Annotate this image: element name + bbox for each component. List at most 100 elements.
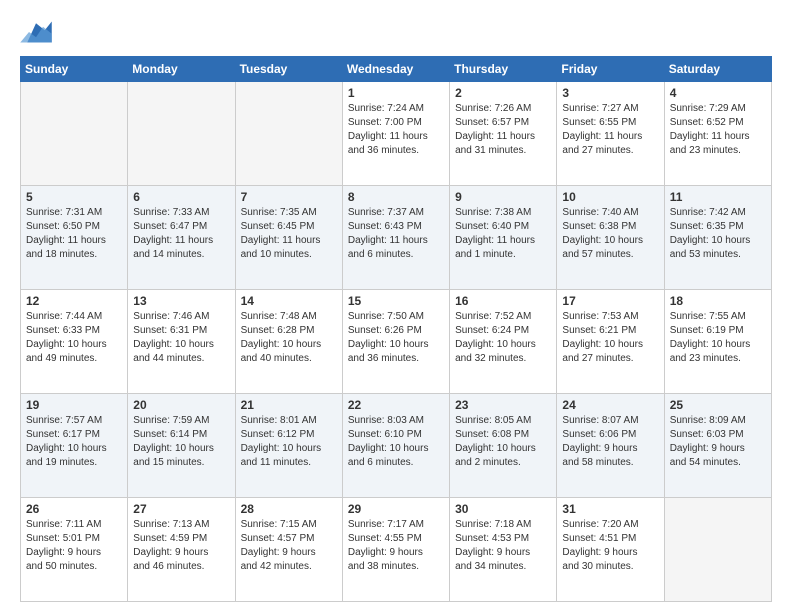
day-info: Sunrise: 7:35 AM Sunset: 6:45 PM Dayligh… <box>241 206 337 262</box>
day-cell: 18 Sunrise: 7:55 AM Sunset: 6:19 PM Dayli… <box>664 290 771 394</box>
day-cell: 13 Sunrise: 7:46 AM Sunset: 6:31 PM Dayli… <box>128 290 235 394</box>
day-cell: 11 Sunrise: 7:42 AM Sunset: 6:35 PM Dayli… <box>664 186 771 290</box>
day-cell: 3Sunrise: 7:27 AM Sunset: 6:55 PM Daylig… <box>557 82 664 186</box>
header <box>20 18 772 46</box>
day-number: 4 <box>670 86 766 100</box>
day-info: Sunrise: 7:20 AM Sunset: 4:51 PM Dayligh… <box>562 518 658 574</box>
day-number: 21 <box>241 398 337 412</box>
day-info: Sunrise: 7:26 AM Sunset: 6:57 PM Dayligh… <box>455 102 551 158</box>
day-info: Sunrise: 7:55 AM Sunset: 6:19 PM Dayligh… <box>670 310 766 366</box>
day-cell: 10 Sunrise: 7:40 AM Sunset: 6:38 PM Dayli… <box>557 186 664 290</box>
day-cell: 15 Sunrise: 7:50 AM Sunset: 6:26 PM Dayli… <box>342 290 449 394</box>
day-cell: 30 Sunrise: 7:18 AM Sunset: 4:53 PM Dayli… <box>450 498 557 602</box>
empty-cell <box>128 82 235 186</box>
day-number: 12 <box>26 294 122 308</box>
day-number: 13 <box>133 294 229 308</box>
day-number: 22 <box>348 398 444 412</box>
day-cell: 6 Sunrise: 7:33 AM Sunset: 6:47 PM Daylig… <box>128 186 235 290</box>
day-cell: 20 Sunrise: 7:59 AM Sunset: 6:14 PM Dayli… <box>128 394 235 498</box>
day-info: Sunrise: 7:50 AM Sunset: 6:26 PM Dayligh… <box>348 310 444 366</box>
day-info: Sunrise: 7:18 AM Sunset: 4:53 PM Dayligh… <box>455 518 551 574</box>
day-info: Sunrise: 7:42 AM Sunset: 6:35 PM Dayligh… <box>670 206 766 262</box>
day-info: Sunrise: 8:07 AM Sunset: 6:06 PM Dayligh… <box>562 414 658 470</box>
day-info: Sunrise: 7:48 AM Sunset: 6:28 PM Dayligh… <box>241 310 337 366</box>
day-info: Sunrise: 7:44 AM Sunset: 6:33 PM Dayligh… <box>26 310 122 366</box>
day-info: Sunrise: 7:53 AM Sunset: 6:21 PM Dayligh… <box>562 310 658 366</box>
day-cell: 26 Sunrise: 7:11 AM Sunset: 5:01 PM Dayli… <box>21 498 128 602</box>
day-number: 29 <box>348 502 444 516</box>
day-info: Sunrise: 7:24 AM Sunset: 7:00 PM Dayligh… <box>348 102 444 158</box>
day-number: 17 <box>562 294 658 308</box>
day-number: 14 <box>241 294 337 308</box>
day-number: 26 <box>26 502 122 516</box>
day-number: 3 <box>562 86 658 100</box>
day-info: Sunrise: 7:38 AM Sunset: 6:40 PM Dayligh… <box>455 206 551 262</box>
day-cell: 21 Sunrise: 8:01 AM Sunset: 6:12 PM Dayli… <box>235 394 342 498</box>
day-number: 1 <box>348 86 444 100</box>
day-number: 7 <box>241 190 337 204</box>
calendar-header-friday: Friday <box>557 57 664 82</box>
day-number: 30 <box>455 502 551 516</box>
day-cell: 7 Sunrise: 7:35 AM Sunset: 6:45 PM Daylig… <box>235 186 342 290</box>
day-number: 24 <box>562 398 658 412</box>
day-info: Sunrise: 7:11 AM Sunset: 5:01 PM Dayligh… <box>26 518 122 574</box>
calendar-week-row: 12 Sunrise: 7:44 AM Sunset: 6:33 PM Dayli… <box>21 290 772 394</box>
page: SundayMondayTuesdayWednesdayThursdayFrid… <box>0 0 792 612</box>
day-number: 20 <box>133 398 229 412</box>
day-cell: 5 Sunrise: 7:31 AM Sunset: 6:50 PM Daylig… <box>21 186 128 290</box>
day-number: 18 <box>670 294 766 308</box>
calendar-week-row: 19Sunrise: 7:57 AM Sunset: 6:17 PM Dayli… <box>21 394 772 498</box>
day-cell: 28 Sunrise: 7:15 AM Sunset: 4:57 PM Dayli… <box>235 498 342 602</box>
calendar-header-monday: Monday <box>128 57 235 82</box>
empty-cell <box>21 82 128 186</box>
day-number: 15 <box>348 294 444 308</box>
day-cell: 31 Sunrise: 7:20 AM Sunset: 4:51 PM Dayli… <box>557 498 664 602</box>
calendar-header-sunday: Sunday <box>21 57 128 82</box>
day-info: Sunrise: 7:59 AM Sunset: 6:14 PM Dayligh… <box>133 414 229 470</box>
day-number: 2 <box>455 86 551 100</box>
day-info: Sunrise: 7:46 AM Sunset: 6:31 PM Dayligh… <box>133 310 229 366</box>
day-cell: 24 Sunrise: 8:07 AM Sunset: 6:06 PM Dayli… <box>557 394 664 498</box>
day-info: Sunrise: 7:31 AM Sunset: 6:50 PM Dayligh… <box>26 206 122 262</box>
day-number: 11 <box>670 190 766 204</box>
day-number: 23 <box>455 398 551 412</box>
day-number: 10 <box>562 190 658 204</box>
day-cell: 14 Sunrise: 7:48 AM Sunset: 6:28 PM Dayli… <box>235 290 342 394</box>
day-number: 16 <box>455 294 551 308</box>
empty-cell <box>235 82 342 186</box>
empty-cell <box>664 498 771 602</box>
calendar-week-row: 1 Sunrise: 7:24 AM Sunset: 7:00 PM Daylig… <box>21 82 772 186</box>
calendar-header-row: SundayMondayTuesdayWednesdayThursdayFrid… <box>21 57 772 82</box>
calendar-header-thursday: Thursday <box>450 57 557 82</box>
day-cell: 2 Sunrise: 7:26 AM Sunset: 6:57 PM Daylig… <box>450 82 557 186</box>
calendar-week-row: 26 Sunrise: 7:11 AM Sunset: 5:01 PM Dayli… <box>21 498 772 602</box>
day-cell: 25 Sunrise: 8:09 AM Sunset: 6:03 PM Dayli… <box>664 394 771 498</box>
day-number: 31 <box>562 502 658 516</box>
day-info: Sunrise: 8:09 AM Sunset: 6:03 PM Dayligh… <box>670 414 766 470</box>
day-info: Sunrise: 7:37 AM Sunset: 6:43 PM Dayligh… <box>348 206 444 262</box>
day-cell: 23 Sunrise: 8:05 AM Sunset: 6:08 PM Dayli… <box>450 394 557 498</box>
logo <box>20 18 58 46</box>
day-info: Sunrise: 8:03 AM Sunset: 6:10 PM Dayligh… <box>348 414 444 470</box>
day-cell: 17 Sunrise: 7:53 AM Sunset: 6:21 PM Dayli… <box>557 290 664 394</box>
day-info: Sunrise: 7:15 AM Sunset: 4:57 PM Dayligh… <box>241 518 337 574</box>
day-info: Sunrise: 7:57 AM Sunset: 6:17 PM Dayligh… <box>26 414 122 470</box>
day-info: Sunrise: 7:40 AM Sunset: 6:38 PM Dayligh… <box>562 206 658 262</box>
day-cell: 4Sunrise: 7:29 AM Sunset: 6:52 PM Daylig… <box>664 82 771 186</box>
day-number: 6 <box>133 190 229 204</box>
day-number: 28 <box>241 502 337 516</box>
day-cell: 8Sunrise: 7:37 AM Sunset: 6:43 PM Daylig… <box>342 186 449 290</box>
day-info: Sunrise: 7:52 AM Sunset: 6:24 PM Dayligh… <box>455 310 551 366</box>
day-info: Sunrise: 8:05 AM Sunset: 6:08 PM Dayligh… <box>455 414 551 470</box>
day-number: 27 <box>133 502 229 516</box>
day-cell: 29 Sunrise: 7:17 AM Sunset: 4:55 PM Dayli… <box>342 498 449 602</box>
day-cell: 9Sunrise: 7:38 AM Sunset: 6:40 PM Daylig… <box>450 186 557 290</box>
day-number: 5 <box>26 190 122 204</box>
day-info: Sunrise: 7:17 AM Sunset: 4:55 PM Dayligh… <box>348 518 444 574</box>
day-number: 25 <box>670 398 766 412</box>
calendar-week-row: 5 Sunrise: 7:31 AM Sunset: 6:50 PM Daylig… <box>21 186 772 290</box>
calendar-header-tuesday: Tuesday <box>235 57 342 82</box>
calendar-header-saturday: Saturday <box>664 57 771 82</box>
day-info: Sunrise: 8:01 AM Sunset: 6:12 PM Dayligh… <box>241 414 337 470</box>
day-info: Sunrise: 7:33 AM Sunset: 6:47 PM Dayligh… <box>133 206 229 262</box>
